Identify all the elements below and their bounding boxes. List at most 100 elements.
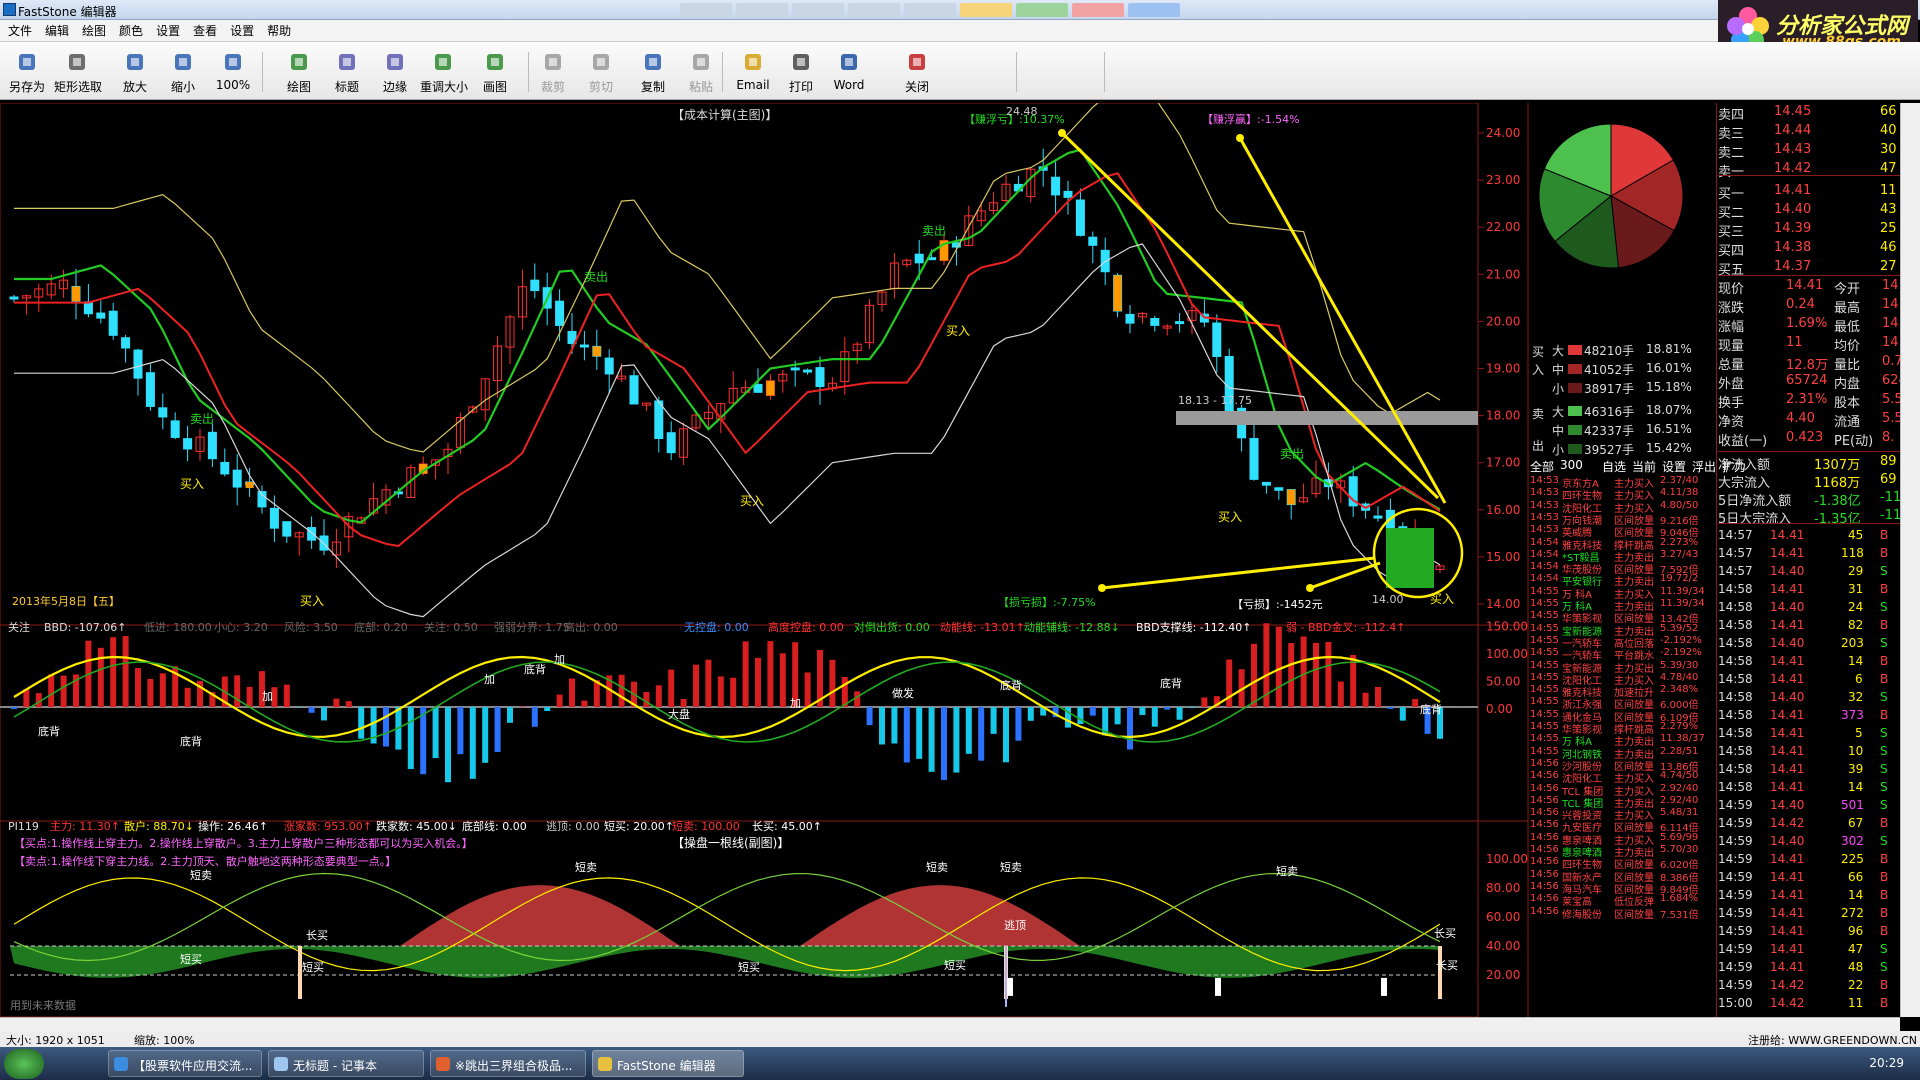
print-button[interactable]: 打印 xyxy=(778,50,824,94)
menu-item-3[interactable]: 颜色 xyxy=(119,22,143,39)
bbd-indicator-value: BBD支撑线: -112.40↑ xyxy=(1136,620,1251,634)
tick-volume: 11 xyxy=(1848,996,1864,1010)
bbd-bar-positive xyxy=(97,647,104,707)
horizontal-scrollbar[interactable] xyxy=(0,1017,1900,1031)
toolbar-label: 放大 xyxy=(122,80,147,94)
bbd-tick-label: 0.00 xyxy=(1486,702,1513,716)
candle-highlight xyxy=(766,380,775,396)
vertical-scrollbar[interactable] xyxy=(1900,103,1920,1017)
bbd-bar-positive xyxy=(680,698,687,707)
pi-indicator-value: 主力: 11.30↑ xyxy=(50,820,120,833)
bbd-bar-positive xyxy=(1300,636,1307,707)
news-tab[interactable]: 设置 xyxy=(1662,458,1686,475)
word-button[interactable]: Word xyxy=(826,50,872,94)
email-button[interactable]: Email xyxy=(730,50,776,94)
task-item[interactable]: 【股票软件应用交流... xyxy=(108,1050,262,1077)
start-button[interactable] xyxy=(4,1049,44,1079)
menu-item-5[interactable]: 查看 xyxy=(193,22,217,39)
caption-icon-glyph xyxy=(339,54,355,70)
menu-item-1[interactable]: 编辑 xyxy=(45,22,69,39)
news-value: -2.192% xyxy=(1660,647,1702,659)
pi-signal-label: 短卖 xyxy=(575,860,597,874)
flow-value: -1.38亿 xyxy=(1814,494,1861,509)
arrow-head xyxy=(1236,134,1244,142)
bbd-signal-label: 底背 xyxy=(1000,678,1022,692)
task-item[interactable]: ※跳出三界组合极品... xyxy=(430,1050,586,1077)
news-time: 14:53 xyxy=(1530,524,1559,536)
tick-time: 14:58 xyxy=(1718,654,1753,668)
resize-button[interactable]: 重调大小 xyxy=(420,50,468,94)
zoom-100-button[interactable]: 100% xyxy=(210,50,256,94)
menu-item-6[interactable]: 设置 xyxy=(230,22,254,39)
edge-button[interactable]: 边缘 xyxy=(372,50,418,94)
bid-volume: 25 xyxy=(1880,221,1897,236)
ask-price: 14.42 xyxy=(1774,161,1812,176)
news-value: 5.39/30 xyxy=(1660,659,1699,671)
bid-price: 14.40 xyxy=(1774,202,1812,217)
ask-price: 14.43 xyxy=(1774,142,1812,157)
stat-label: 量比 xyxy=(1834,358,1861,373)
flow-size-tag: 大 xyxy=(1552,405,1565,419)
bbd-bar-negative xyxy=(1114,707,1121,725)
bbd-bar-positive xyxy=(1201,697,1208,707)
news-time: 14:56 xyxy=(1530,794,1559,806)
news-tab[interactable]: 300 xyxy=(1560,458,1583,472)
price-tick-label: 20.00 xyxy=(1486,314,1520,328)
task-item[interactable]: 无标题 - 记事本 xyxy=(268,1050,424,1077)
paste-button[interactable]: 粘贴 xyxy=(678,50,724,94)
tick-time: 14:58 xyxy=(1718,618,1753,632)
tick-price: 14.42 xyxy=(1770,996,1805,1010)
ask-level-label: 卖四 xyxy=(1718,108,1745,123)
caption-button[interactable]: 标题 xyxy=(324,50,370,94)
tick-price: 14.41 xyxy=(1770,672,1805,686)
news-tab[interactable]: 浮出 xyxy=(1692,458,1716,475)
task-item-active[interactable]: FastStone 编辑器 xyxy=(592,1050,744,1077)
zoom-out-button[interactable]: 缩小 xyxy=(160,50,206,94)
menu-item-0[interactable]: 文件 xyxy=(8,22,32,39)
crop-button[interactable]: 裁剪 xyxy=(530,50,576,94)
bbd-indicator-value: 小心: 3.20 xyxy=(214,621,268,634)
candle-body xyxy=(579,344,589,348)
tick-price: 14.41 xyxy=(1770,582,1805,596)
flow-size-tag: 中 xyxy=(1552,424,1565,438)
stat-value: 12.8万 xyxy=(1786,358,1828,373)
bbd-bar-positive xyxy=(159,673,166,707)
menu-item-7[interactable]: 帮助 xyxy=(267,22,291,39)
cut-button[interactable]: 剪切 xyxy=(578,50,624,94)
news-value: 4.74/50 xyxy=(1660,770,1699,782)
stat-value: 5.56 xyxy=(1882,411,1900,426)
zoom-in-button[interactable]: 放大 xyxy=(112,50,158,94)
image-canvas[interactable]: 24.00 23.00 22.00 21.00 20.00 19.00 18.00 17.00… xyxy=(0,103,1900,1017)
pi-white-bar xyxy=(1215,977,1221,996)
flow-value: 89 xyxy=(1880,454,1897,469)
candle-body xyxy=(1274,487,1284,491)
close-button[interactable]: 关闭 xyxy=(894,50,940,94)
bbd-bar-negative xyxy=(990,707,997,734)
news-value: 11.39/34 xyxy=(1660,585,1705,597)
crop-icon-glyph xyxy=(545,54,561,70)
menu-item-4[interactable]: 设置 xyxy=(156,22,180,39)
paint-button[interactable]: 画图 xyxy=(472,50,518,94)
stat-value: 14.5 xyxy=(1882,297,1900,312)
news-tab[interactable]: 全部 xyxy=(1530,458,1554,475)
select-rect-button[interactable]: 矩形选取 xyxy=(54,50,102,94)
news-time: 14:55 xyxy=(1530,721,1559,732)
save-button[interactable]: 另存为 xyxy=(4,50,50,94)
news-time: 14:55 xyxy=(1530,733,1559,745)
tick-volume: 31 xyxy=(1848,582,1864,596)
bbd-bar-negative xyxy=(903,707,910,763)
tick-price: 14.41 xyxy=(1770,960,1805,974)
candle-highlight xyxy=(592,346,601,357)
copy-button[interactable]: 复制 xyxy=(630,50,676,94)
tick-time: 14:59 xyxy=(1718,960,1753,974)
news-tab[interactable]: 自选 xyxy=(1602,458,1626,475)
ask-level-label: 卖一 xyxy=(1718,165,1745,180)
candle-body xyxy=(307,527,317,541)
candle-highlight xyxy=(245,481,254,488)
bbd-signal-label: 加 xyxy=(790,697,801,710)
news-tab[interactable]: 当前 xyxy=(1632,458,1656,475)
pi-indicator-value: 操作: 26.46↑ xyxy=(198,819,268,833)
bbd-bar-negative xyxy=(494,707,501,752)
menu-item-2[interactable]: 绘图 xyxy=(82,22,106,39)
draw-button[interactable]: 绘图 xyxy=(276,50,322,94)
